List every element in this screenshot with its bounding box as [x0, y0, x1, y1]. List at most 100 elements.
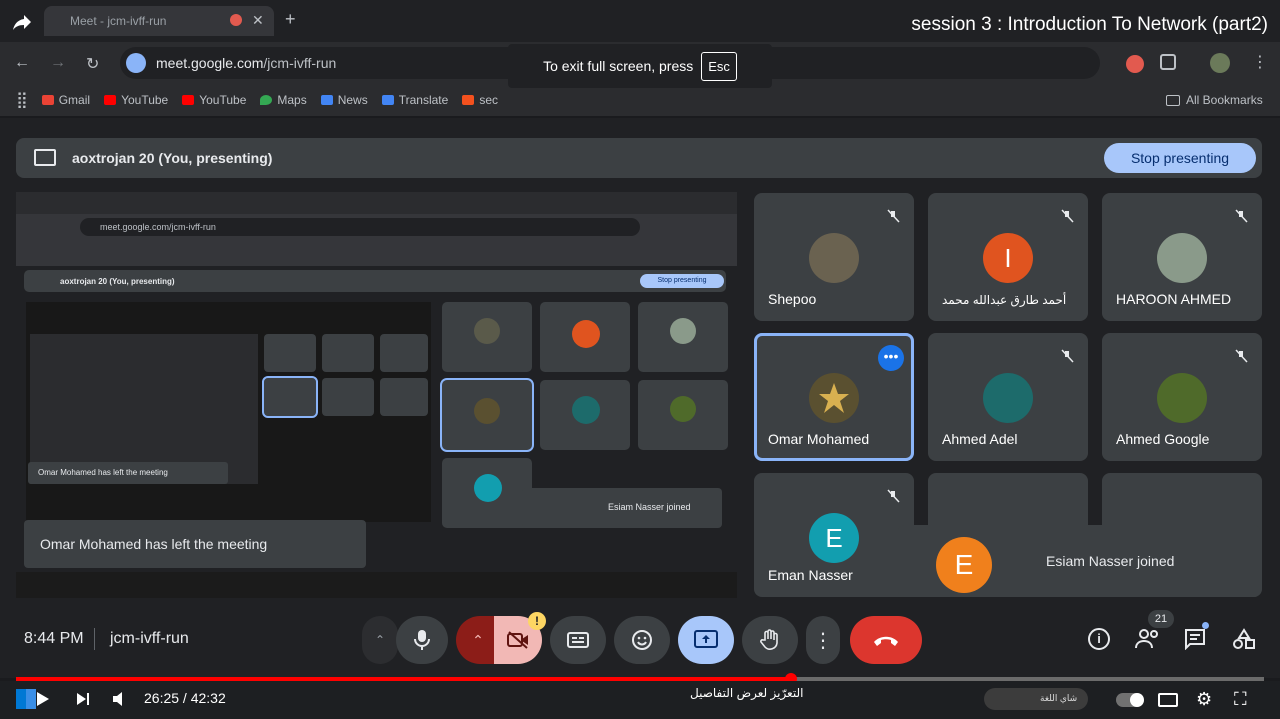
participant-tile[interactable]: I أحمد طارق عبدالله محمد	[928, 193, 1088, 321]
bookmark-gmail[interactable]: Gmail	[41, 93, 90, 107]
emoji-button[interactable]	[614, 616, 670, 664]
avatar	[809, 373, 859, 423]
nested-presenting-banner: aoxtrojan 20 (You, presenting)	[24, 270, 726, 292]
participant-name: HAROON AHMED	[1116, 291, 1232, 307]
mic-options-button[interactable]: ⌃	[362, 616, 398, 664]
browser-menu-icon[interactable]: ⋮	[1252, 52, 1268, 72]
nested-tile	[442, 458, 532, 528]
nested-toolbar: meet.google.com/jcm-ivff-run	[16, 214, 737, 266]
reload-icon[interactable]: ↻	[86, 54, 99, 74]
participant-tile[interactable]: Shepoo	[754, 193, 914, 321]
clock-time: 8:44 PM	[24, 630, 84, 647]
extension-record-icon[interactable]	[1126, 55, 1144, 73]
participant-count-badge: 21	[1148, 610, 1174, 628]
mic-off-icon	[887, 489, 900, 503]
mic-icon	[414, 630, 430, 650]
fullscreen-notice: To exit full screen, press Esc	[508, 44, 772, 88]
participant-name: Eman Nasser	[768, 567, 853, 583]
autoplay-toggle[interactable]	[1116, 693, 1144, 707]
next-icon[interactable]	[76, 692, 90, 706]
nested-l2-tile	[322, 334, 374, 372]
chat-button[interactable]	[1184, 628, 1208, 651]
tab-bar: Meet - jcm-ivff-run ✕ + session 3 : Intr…	[0, 0, 1280, 42]
bookmarks-bar: ⣿ Gmail YouTube YouTube Maps News Transl…	[0, 84, 1280, 116]
windows-start-icon[interactable]	[16, 689, 36, 709]
video-title: session 3 : Introduction To Network (par…	[911, 14, 1268, 35]
bookmark-translate[interactable]: Translate	[381, 93, 448, 107]
raise-hand-button[interactable]	[742, 616, 798, 664]
share-icon[interactable]	[10, 10, 34, 34]
settings-gear-icon[interactable]: ⚙	[1196, 689, 1212, 710]
nested-taskbar	[16, 572, 737, 598]
camera-off-icon	[507, 631, 528, 649]
participant-tile[interactable]: Ahmed Google	[1102, 333, 1262, 461]
participant-tile-active[interactable]: Omar Mohamed •••	[754, 333, 914, 461]
mic-off-icon	[1061, 349, 1074, 363]
participant-name: Ahmed Adel	[942, 431, 1018, 447]
activities-button[interactable]	[1232, 628, 1256, 650]
avatar: E	[809, 513, 859, 563]
chapter-title[interactable]: التعرّيز لعرض التفاصيل	[690, 686, 803, 700]
participant-name: Shepoo	[768, 291, 817, 307]
more-options-button[interactable]: ⋮	[806, 616, 840, 664]
people-icon	[1135, 629, 1158, 649]
meeting-code: jcm-ivff-run	[110, 630, 189, 647]
captions-button[interactable]	[550, 616, 606, 664]
presenting-label: aoxtrojan 20 (You, presenting)	[72, 150, 273, 166]
bookmark-youtube[interactable]: YouTube	[104, 93, 168, 107]
join-notification: E Esiam Nasser joined	[898, 525, 1260, 597]
present-button[interactable]	[678, 616, 734, 664]
mic-off-icon	[887, 209, 900, 223]
hand-icon	[760, 629, 778, 650]
nested-l2-tile	[380, 378, 428, 416]
nested-l2-tile	[380, 334, 428, 372]
nested-tile	[638, 380, 728, 450]
nested-join-notice: Esiam Nasser joined	[522, 488, 722, 528]
nested-stop-button: Stop presenting	[640, 274, 724, 288]
more-options-icon[interactable]: •••	[878, 345, 904, 371]
url-path: /jcm-ivff-run	[263, 55, 337, 71]
all-bookmarks[interactable]: All Bookmarks	[1166, 93, 1263, 107]
nested-tile	[540, 380, 630, 450]
forward-icon[interactable]: →	[50, 54, 66, 72]
nested-tile	[440, 378, 534, 452]
warning-badge-icon: !	[528, 612, 546, 630]
captions-icon	[567, 632, 589, 648]
presenting-banner: aoxtrojan 20 (You, presenting)	[16, 138, 1262, 178]
back-icon[interactable]: ←	[14, 54, 30, 72]
subtitles-icon[interactable]	[1158, 693, 1178, 707]
bookmark-maps[interactable]: Maps	[260, 93, 307, 107]
meeting-info-icon[interactable]: i	[1088, 628, 1110, 650]
chat-icon	[1185, 629, 1205, 651]
participant-name: أحمد طارق عبدالله محمد	[942, 293, 1067, 307]
stop-presenting-button[interactable]: Stop presenting	[1104, 143, 1256, 173]
leave-call-button[interactable]	[850, 616, 922, 664]
avatar	[983, 373, 1033, 423]
nested-tile	[540, 302, 630, 372]
avatar	[809, 233, 859, 283]
mic-button[interactable]	[396, 616, 448, 664]
fullscreen-exit-icon[interactable]: ⛶	[1234, 689, 1247, 710]
extensions-icon[interactable]	[1160, 54, 1176, 70]
screen: Meet - jcm-ivff-run ✕ + session 3 : Intr…	[0, 0, 1280, 719]
apps-grid-icon[interactable]: ⣿	[16, 90, 28, 110]
volume-icon[interactable]	[112, 692, 128, 706]
mic-off-icon	[1235, 209, 1248, 223]
close-tab-icon[interactable]: ✕	[252, 12, 264, 29]
bookmark-sec[interactable]: sec	[462, 93, 498, 107]
play-icon[interactable]	[36, 691, 50, 707]
participant-tile[interactable]: E Eman Nasser	[754, 473, 914, 597]
browser-tab[interactable]: Meet - jcm-ivff-run ✕	[44, 6, 274, 36]
video-time: 26:25 / 42:32	[144, 690, 226, 706]
avatar	[1157, 233, 1207, 283]
nested-l2-tile	[264, 334, 316, 372]
site-info-icon[interactable]	[126, 53, 146, 73]
profile-avatar[interactable]	[1210, 53, 1230, 73]
bookmark-news[interactable]: News	[320, 93, 368, 107]
participant-tile[interactable]: Ahmed Adel	[928, 333, 1088, 461]
people-button[interactable]	[1134, 626, 1162, 652]
new-tab-icon[interactable]: +	[285, 9, 296, 30]
participant-tile[interactable]: HAROON AHMED	[1102, 193, 1262, 321]
bookmark-youtube-2[interactable]: YouTube	[182, 93, 246, 107]
caption-language-pill[interactable]: شاي اللغة	[984, 688, 1088, 710]
